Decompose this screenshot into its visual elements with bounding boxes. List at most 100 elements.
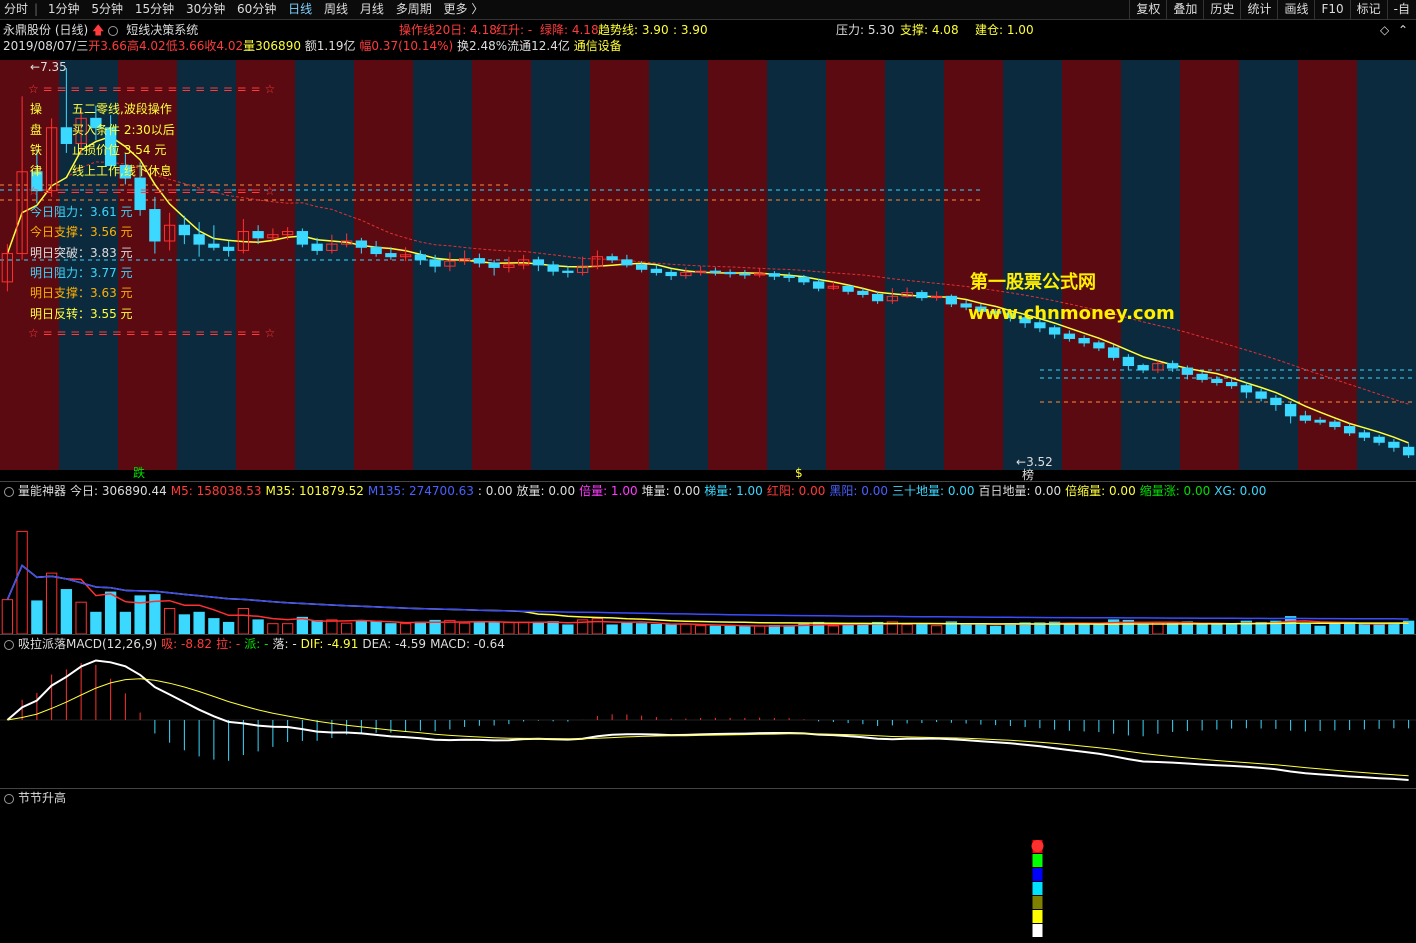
vol-extra-9: 缩量涨: 0.00 (1139, 484, 1211, 498)
level-3-key: 明日阻力： (30, 266, 91, 280)
dea-line (7, 678, 1409, 777)
info-sector: 通信设备 (573, 39, 622, 53)
vol-name[interactable]: 量能神器 (18, 484, 66, 498)
price-max: 7.35 (40, 60, 67, 74)
tool-3[interactable]: 统计 (1240, 0, 1277, 19)
zone-band (944, 60, 1004, 470)
period-2[interactable]: 5分钟 (87, 0, 127, 19)
period-0[interactable]: 分时 (0, 0, 32, 19)
candle-body (562, 270, 574, 273)
period-8[interactable]: 月线 (356, 0, 388, 19)
volume-bar (340, 622, 353, 634)
info-amp: 幅0.37(10.14%) (359, 39, 454, 53)
jj-block (1032, 910, 1043, 923)
volume-bar (517, 621, 530, 634)
period-3[interactable]: 15分钟 (131, 0, 178, 19)
period-7[interactable]: 周线 (320, 0, 352, 19)
level-3: 明日阻力：3.77 元 (30, 266, 133, 280)
volume-bar (989, 625, 1002, 634)
jj-name[interactable]: 节节升高 (18, 791, 66, 805)
tool-7[interactable]: -自 (1386, 0, 1416, 19)
jj-toggle-icon[interactable] (4, 793, 14, 804)
rule-char-1: 盘 (30, 123, 43, 137)
level-4-key: 明日支撑： (30, 286, 91, 300)
candle-body (635, 264, 648, 270)
macd-val: MACD: -0.64 (430, 637, 505, 651)
period-10[interactable]: 更多 〉 (440, 0, 488, 19)
vol-m35-line (6, 564, 1409, 625)
volume-bar (252, 619, 264, 634)
zone-band (1003, 60, 1063, 470)
volume-bar (1211, 624, 1223, 634)
candle-body (1063, 333, 1076, 339)
candle-body (783, 275, 795, 278)
divider-3 (0, 788, 1416, 789)
vol-title: 量能神器 今日: 306890.44 M5: 158038.53 M35: 10187… (0, 483, 1270, 499)
candle-body (1211, 378, 1223, 384)
volume-bar (193, 611, 205, 634)
candle-body (1358, 432, 1371, 438)
tool-5[interactable]: F10 (1314, 0, 1349, 19)
vol-toggle-icon[interactable] (4, 486, 14, 497)
tool-0[interactable]: 复权 (1129, 0, 1166, 19)
candle-body (724, 271, 736, 275)
jj-block (1032, 882, 1043, 895)
macd-chart[interactable] (0, 652, 1416, 788)
volume-bar (1314, 625, 1326, 634)
toggle-icon[interactable] (108, 25, 119, 36)
volume-bar (399, 623, 412, 634)
tool-2[interactable]: 历史 (1203, 0, 1240, 19)
vol-m135: M135: 274700.63 (367, 484, 474, 498)
rule-char-3: 律 (30, 164, 43, 178)
period-5[interactable]: 60分钟 (233, 0, 280, 19)
zone-band (0, 60, 60, 470)
period-1[interactable]: 1分钟 (44, 0, 84, 19)
candle-body (311, 243, 323, 251)
volume-chart[interactable] (0, 498, 1416, 634)
die-label: 跌 (133, 466, 146, 480)
candle-body (1329, 421, 1341, 428)
volume-bar (665, 623, 677, 634)
zone-band (1357, 60, 1416, 470)
stars-bot: ☆ = = = = = = = = = = = = = = = = ☆ (28, 326, 276, 340)
candle-body (1137, 365, 1149, 371)
level-1: 今日支撑：3.56 元 (30, 225, 133, 239)
volume-bar (621, 622, 633, 634)
zone-band (177, 60, 237, 470)
volume-bar (694, 625, 707, 634)
candle-body (1373, 436, 1385, 443)
candlestick-chart[interactable] (0, 60, 1416, 470)
vol-extra-3: 梯量: 1.00 (704, 484, 763, 498)
candle-body (1343, 426, 1356, 434)
candle-body (1388, 441, 1400, 448)
level-5: 明日反转：3.55 元 (30, 307, 133, 321)
zone-band (1298, 60, 1358, 470)
macd-name[interactable]: 吸拉派落MACD(12,26,9) (18, 637, 157, 651)
info-open: 开3.66 (88, 39, 127, 53)
period-4[interactable]: 30分钟 (182, 0, 229, 19)
volume-bar (370, 620, 382, 634)
stock-name[interactable]: 永鼎股份 (日线) (3, 23, 88, 37)
info-turn: 换2.48% (457, 39, 508, 53)
candle-body (871, 293, 884, 302)
jj-chart[interactable] (0, 806, 1416, 943)
period-6[interactable]: 日线 (284, 0, 316, 19)
level-5-val: 3.55 元 (90, 307, 133, 321)
candle-body (1196, 373, 1208, 380)
tool-1[interactable]: 叠加 (1166, 0, 1203, 19)
tool-6[interactable]: 标记 (1349, 0, 1387, 19)
volume-bar (1, 599, 14, 634)
zone-band (885, 60, 945, 470)
level-4-val: 3.63 元 (90, 286, 133, 300)
app-window: 分时 | 1分钟 5分钟 15分钟 30分钟 60分钟 日线 周线 月线 多周期 … (0, 0, 1416, 943)
zone-band (59, 60, 119, 470)
volume-bar (680, 623, 692, 634)
indicator-name[interactable]: 短线决策系统 (126, 23, 198, 37)
volume-bar (857, 624, 869, 634)
volume-bar (473, 622, 486, 634)
candle-body (1181, 367, 1194, 375)
period-9[interactable]: 多周期 (392, 0, 436, 19)
tool-4[interactable]: 画线 (1277, 0, 1314, 19)
macd-toggle-icon[interactable] (4, 639, 14, 650)
vol-extra-1: 倍量: 1.00 (579, 484, 638, 498)
